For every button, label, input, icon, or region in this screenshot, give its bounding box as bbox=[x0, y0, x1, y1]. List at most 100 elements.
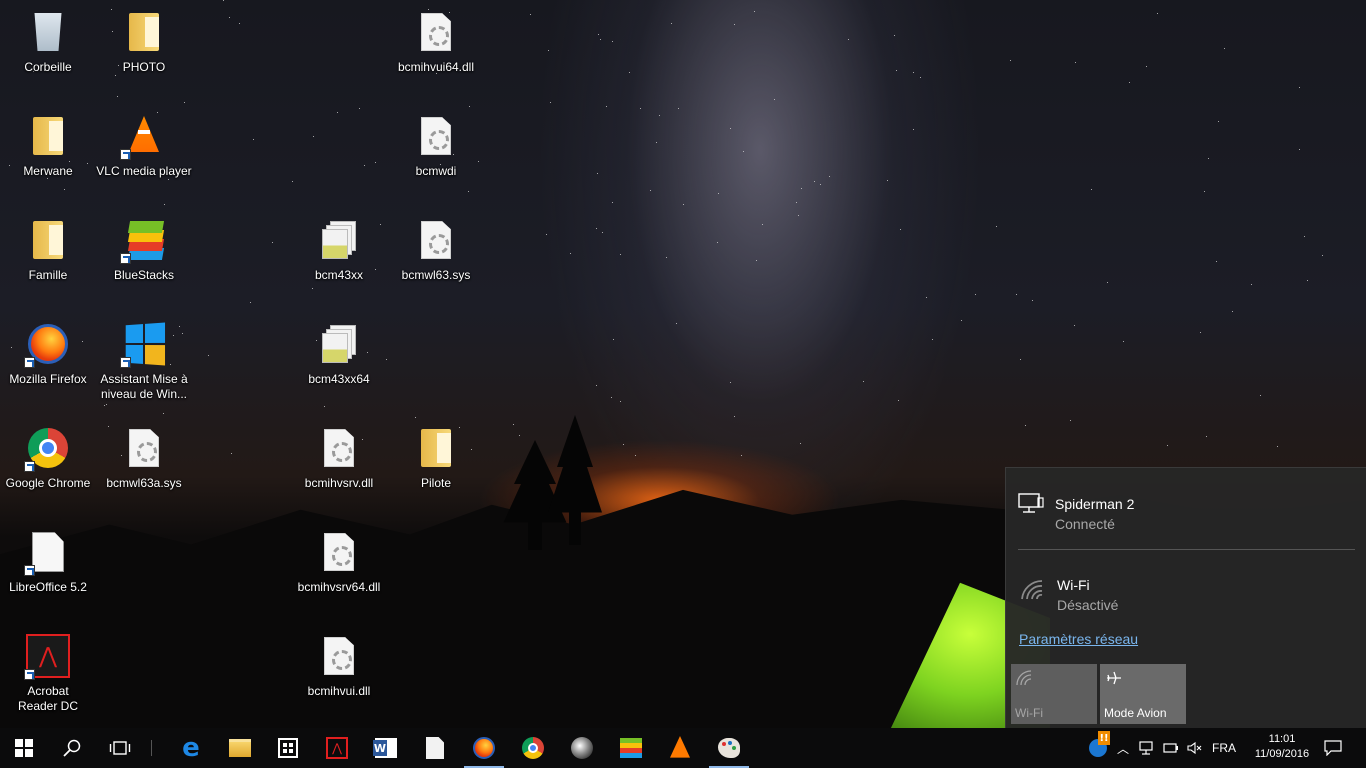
desktop-icon-label: bcmihvsrv.dll bbox=[304, 476, 374, 490]
star bbox=[292, 181, 293, 182]
network-name: Wi-Fi bbox=[1057, 577, 1090, 593]
desktop-icon-bcmwl63[interactable]: bcmwl63.sys bbox=[388, 216, 484, 283]
taskbar-app-paint[interactable] bbox=[705, 728, 753, 768]
desktop-icon-bcmwdi[interactable]: bcmwdi bbox=[388, 112, 484, 179]
star bbox=[1091, 189, 1092, 190]
star bbox=[606, 106, 607, 107]
star bbox=[1224, 48, 1225, 49]
tray-battery-button[interactable] bbox=[1160, 728, 1182, 768]
quick-action-label: Wi-Fi bbox=[1015, 706, 1043, 720]
star bbox=[1307, 280, 1308, 281]
airplane-icon bbox=[1107, 671, 1121, 685]
windows-update-icon bbox=[120, 320, 168, 368]
star bbox=[359, 108, 360, 109]
desktop-icon-bcmihvui[interactable]: bcmihvui.dll bbox=[291, 632, 387, 699]
star bbox=[530, 14, 531, 15]
desktop-icon-photo[interactable]: PHOTO bbox=[96, 8, 192, 75]
network-item-wifi[interactable]: Wi-Fi Désactivé bbox=[1006, 557, 1366, 617]
shortcut-arrow-icon bbox=[24, 669, 35, 680]
quick-action-airplane-mode[interactable]: Mode Avion bbox=[1100, 664, 1186, 724]
desktop-icon-assistant[interactable]: Assistant Mise à niveau de Win... bbox=[96, 320, 192, 402]
taskbar-app-file-explorer[interactable] bbox=[216, 728, 264, 768]
search-button[interactable] bbox=[48, 728, 96, 768]
desktop-icon-bcmihvui64[interactable]: bcmihvui64.dll bbox=[384, 8, 488, 75]
star bbox=[253, 139, 254, 140]
task-view-icon bbox=[109, 741, 131, 755]
star bbox=[1025, 425, 1026, 426]
shortcut-arrow-icon bbox=[24, 565, 35, 576]
desktop-icon-bluestacks[interactable]: BlueStacks bbox=[96, 216, 192, 283]
clock-date: 11/09/2016 bbox=[1254, 748, 1310, 760]
desktop-icon-label: LibreOffice 5.2 bbox=[9, 580, 87, 594]
desktop-icon-chrome[interactable]: Google Chrome bbox=[0, 424, 96, 491]
taskbar-app-file[interactable] bbox=[411, 728, 459, 768]
star bbox=[168, 179, 169, 180]
desktop-icon-label: bcmihvui64.dll bbox=[397, 60, 475, 74]
desktop-icon-vlc[interactable]: VLC media player bbox=[96, 112, 192, 179]
desktop-icon-label: bcmihvsrv64.dll bbox=[297, 580, 381, 594]
taskbar-app-media[interactable] bbox=[558, 728, 606, 768]
taskbar-app-edge[interactable]: e bbox=[167, 728, 215, 768]
star bbox=[718, 193, 719, 194]
desktop-icon-famille[interactable]: Famille bbox=[0, 216, 96, 283]
taskbar-app-acrobat[interactable]: ⋀ bbox=[313, 728, 361, 768]
show-hidden-icons-button[interactable]: ︿ bbox=[1114, 728, 1132, 768]
volume-muted-icon bbox=[1187, 741, 1202, 755]
star bbox=[734, 24, 735, 25]
ethernet-icon bbox=[1139, 741, 1153, 755]
start-button[interactable] bbox=[0, 728, 48, 768]
network-settings-link[interactable]: Paramètres réseau bbox=[1019, 631, 1138, 647]
star bbox=[754, 11, 755, 12]
language-indicator[interactable]: FRA bbox=[1208, 728, 1240, 768]
desktop-icon-label: Corbeille bbox=[24, 60, 72, 74]
system-file-icon bbox=[315, 528, 363, 576]
star bbox=[678, 108, 679, 109]
taskbar-app-store[interactable] bbox=[264, 728, 312, 768]
desktop-icon-libreoffice[interactable]: LibreOffice 5.2 bbox=[0, 528, 96, 595]
acrobat-icon: ⋀ bbox=[326, 737, 348, 759]
desktop-icon-bcm43xx[interactable]: bcm43xx bbox=[291, 216, 387, 283]
tray-network-button[interactable] bbox=[1136, 728, 1158, 768]
star bbox=[104, 405, 105, 406]
desktop-icon-label: bcm43xx64 bbox=[308, 372, 370, 386]
taskbar-app-firefox[interactable] bbox=[460, 728, 508, 768]
taskbar-app-word[interactable]: W bbox=[362, 728, 410, 768]
action-center-button[interactable] bbox=[1318, 728, 1348, 768]
star bbox=[250, 302, 251, 303]
taskbar-app-bluestacks[interactable] bbox=[607, 728, 655, 768]
tray-notification-app[interactable]: !! bbox=[1080, 728, 1116, 768]
star bbox=[1167, 445, 1168, 446]
desktop-icon-bcmihvsrv[interactable]: bcmihvsrv.dll bbox=[291, 424, 387, 491]
star bbox=[313, 136, 314, 137]
quick-action-wifi[interactable]: Wi-Fi bbox=[1011, 664, 1097, 724]
desktop-icon-merwane[interactable]: Merwane bbox=[0, 112, 96, 179]
star bbox=[597, 173, 598, 174]
star bbox=[683, 204, 684, 205]
star bbox=[671, 23, 672, 24]
network-item-ethernet[interactable]: Spiderman 2 Connecté bbox=[1006, 476, 1366, 536]
star bbox=[1020, 359, 1021, 360]
star bbox=[975, 294, 976, 295]
desktop-icon-pilote[interactable]: Pilote bbox=[388, 424, 484, 491]
star bbox=[163, 413, 164, 414]
star bbox=[1299, 87, 1300, 88]
tray-volume-button[interactable] bbox=[1184, 728, 1206, 768]
desktop-icon-bcm43xx64[interactable]: bcm43xx64 bbox=[291, 320, 387, 387]
desktop-icon-acrobat[interactable]: ⋀ Acrobat Reader DC bbox=[0, 632, 96, 714]
flyout-divider bbox=[1018, 549, 1355, 550]
bluestacks-icon bbox=[120, 216, 168, 264]
network-status: Connecté bbox=[1055, 516, 1115, 532]
desktop-icon-corbeille[interactable]: Corbeille bbox=[0, 8, 96, 75]
desktop-icon-bcmihvsrv64[interactable]: bcmihvsrv64.dll bbox=[284, 528, 394, 595]
taskbar-app-vlc[interactable] bbox=[656, 728, 704, 768]
star bbox=[337, 112, 338, 113]
desktop-icon-label: Acrobat Reader DC bbox=[17, 684, 79, 713]
star bbox=[229, 17, 230, 18]
chevron-up-icon: ︿ bbox=[1116, 741, 1129, 756]
desktop-icon-firefox[interactable]: Mozilla Firefox bbox=[0, 320, 96, 387]
taskbar-app-chrome[interactable] bbox=[509, 728, 557, 768]
clock[interactable]: 11:01 11/09/2016 bbox=[1244, 732, 1320, 762]
file-explorer-icon bbox=[229, 739, 251, 757]
task-view-button[interactable] bbox=[96, 728, 144, 768]
desktop-icon-bcmwl63a[interactable]: bcmwl63a.sys bbox=[96, 424, 192, 491]
